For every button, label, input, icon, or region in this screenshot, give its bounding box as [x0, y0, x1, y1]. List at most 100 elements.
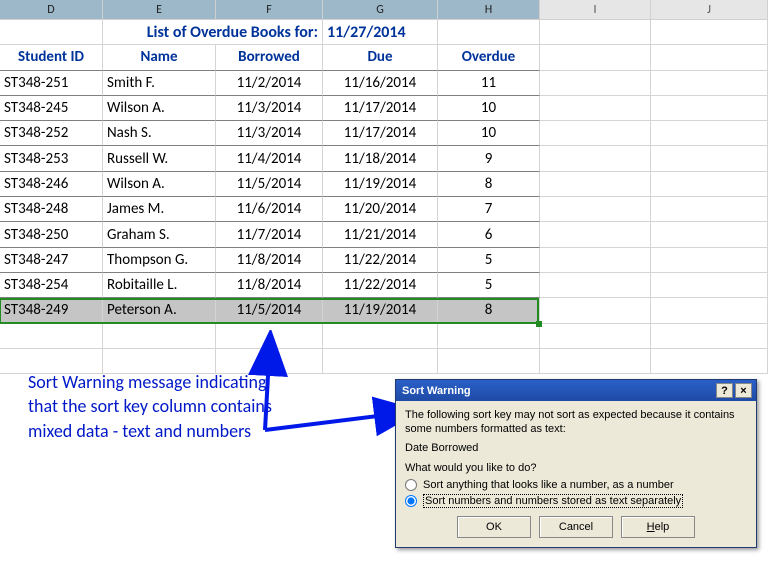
cell-borrowed[interactable]: 11/8/2014	[216, 248, 323, 273]
cell-due[interactable]: 11/16/2014	[323, 71, 438, 96]
title-date[interactable]: 11/27/2014	[323, 20, 438, 45]
cell-due[interactable]: 11/21/2014	[323, 222, 438, 247]
cell-borrowed[interactable]: 11/3/2014	[216, 121, 323, 146]
help-icon[interactable]: ?	[716, 383, 733, 398]
col-header-E[interactable]: E	[103, 0, 216, 19]
cell-overdue[interactable]: 5	[438, 273, 540, 298]
cell-borrowed[interactable]: 11/4/2014	[216, 146, 323, 171]
radio-input-2[interactable]	[405, 495, 417, 507]
spreadsheet-grid[interactable]: List of Overdue Books for: 11/27/2014 St…	[0, 20, 768, 374]
col-header-G[interactable]: G	[323, 0, 438, 19]
title-text[interactable]: List of Overdue Books for:	[103, 20, 323, 45]
cell-student-id[interactable]: ST348-246	[0, 172, 103, 197]
cell-name[interactable]: Russell W.	[103, 146, 216, 171]
col-header-F[interactable]: F	[216, 0, 323, 19]
cell-student-id[interactable]: ST348-252	[0, 121, 103, 146]
cell[interactable]	[540, 96, 651, 121]
cell-name[interactable]: Smith F.	[103, 71, 216, 96]
ok-button[interactable]: OK	[457, 516, 531, 538]
cell-overdue[interactable]: 8	[438, 172, 540, 197]
cell-borrowed[interactable]: 11/5/2014	[216, 172, 323, 197]
cell[interactable]	[651, 20, 768, 45]
cell[interactable]	[651, 146, 768, 171]
cell-due[interactable]: 11/19/2014	[323, 298, 438, 323]
cell[interactable]	[0, 324, 103, 349]
cell-overdue[interactable]: 10	[438, 121, 540, 146]
cell-name[interactable]: Nash S.	[103, 121, 216, 146]
cell[interactable]	[540, 71, 651, 96]
cell[interactable]	[651, 349, 768, 374]
cell-student-id[interactable]: ST348-248	[0, 197, 103, 222]
cell[interactable]	[540, 45, 651, 70]
cell-overdue[interactable]: 10	[438, 96, 540, 121]
header-overdue[interactable]: Overdue	[438, 45, 540, 70]
cell[interactable]	[651, 172, 768, 197]
cancel-button[interactable]: Cancel	[539, 516, 613, 538]
cell[interactable]	[651, 71, 768, 96]
header-borrowed[interactable]: Borrowed	[216, 45, 323, 70]
cell[interactable]	[540, 197, 651, 222]
radio-input-1[interactable]	[405, 479, 417, 491]
cell-student-id[interactable]: ST348-249	[0, 298, 103, 323]
col-header-I[interactable]: I	[540, 0, 651, 19]
cell[interactable]	[540, 121, 651, 146]
cell-borrowed[interactable]: 11/6/2014	[216, 197, 323, 222]
cell[interactable]	[103, 324, 216, 349]
header-due[interactable]: Due	[323, 45, 438, 70]
cell-borrowed[interactable]: 11/2/2014	[216, 71, 323, 96]
col-header-H[interactable]: H	[438, 0, 540, 19]
cell-name[interactable]: Thompson G.	[103, 248, 216, 273]
cell-student-id[interactable]: ST348-247	[0, 248, 103, 273]
cell-name[interactable]: Wilson A.	[103, 96, 216, 121]
cell[interactable]	[651, 324, 768, 349]
cell[interactable]	[540, 298, 651, 323]
help-button[interactable]: Help	[621, 516, 695, 538]
cell-due[interactable]: 11/20/2014	[323, 197, 438, 222]
cell-overdue[interactable]: 8	[438, 298, 540, 323]
cell[interactable]	[540, 273, 651, 298]
radio-option-separate[interactable]: Sort numbers and numbers stored as text …	[405, 494, 747, 508]
radio-option-treat-as-number[interactable]: Sort anything that looks like a number, …	[405, 479, 747, 491]
cell-borrowed[interactable]: 11/5/2014	[216, 298, 323, 323]
cell[interactable]	[540, 222, 651, 247]
cell-due[interactable]: 11/19/2014	[323, 172, 438, 197]
cell-borrowed[interactable]: 11/3/2014	[216, 96, 323, 121]
col-header-J[interactable]: J	[651, 0, 768, 19]
cell-name[interactable]: Graham S.	[103, 222, 216, 247]
cell[interactable]	[438, 324, 540, 349]
cell-student-id[interactable]: ST348-251	[0, 71, 103, 96]
cell-due[interactable]: 11/22/2014	[323, 273, 438, 298]
cell[interactable]	[540, 349, 651, 374]
cell[interactable]	[651, 248, 768, 273]
cell-due[interactable]: 11/17/2014	[323, 96, 438, 121]
cell-borrowed[interactable]: 11/7/2014	[216, 222, 323, 247]
cell-due[interactable]: 11/18/2014	[323, 146, 438, 171]
cell-overdue[interactable]: 5	[438, 248, 540, 273]
cell-name[interactable]: James M.	[103, 197, 216, 222]
cell-overdue[interactable]: 7	[438, 197, 540, 222]
cell[interactable]	[540, 248, 651, 273]
cell-overdue[interactable]: 11	[438, 71, 540, 96]
cell[interactable]	[540, 172, 651, 197]
header-student-id[interactable]: Student ID	[0, 45, 103, 70]
cell-student-id[interactable]: ST348-253	[0, 146, 103, 171]
cell[interactable]	[0, 20, 103, 45]
cell-overdue[interactable]: 6	[438, 222, 540, 247]
cell[interactable]	[651, 197, 768, 222]
cell-due[interactable]: 11/22/2014	[323, 248, 438, 273]
header-name[interactable]: Name	[103, 45, 216, 70]
close-icon[interactable]: ×	[735, 383, 752, 398]
cell[interactable]	[540, 20, 651, 45]
cell-student-id[interactable]: ST348-250	[0, 222, 103, 247]
cell[interactable]	[651, 96, 768, 121]
cell-student-id[interactable]: ST348-254	[0, 273, 103, 298]
cell-name[interactable]: Robitaille L.	[103, 273, 216, 298]
cell-due[interactable]: 11/17/2014	[323, 121, 438, 146]
cell[interactable]	[438, 20, 540, 45]
cell-student-id[interactable]: ST348-245	[0, 96, 103, 121]
cell[interactable]	[438, 349, 540, 374]
cell[interactable]	[651, 121, 768, 146]
cell[interactable]	[540, 324, 651, 349]
cell-borrowed[interactable]: 11/8/2014	[216, 273, 323, 298]
col-header-D[interactable]: D	[0, 0, 103, 19]
